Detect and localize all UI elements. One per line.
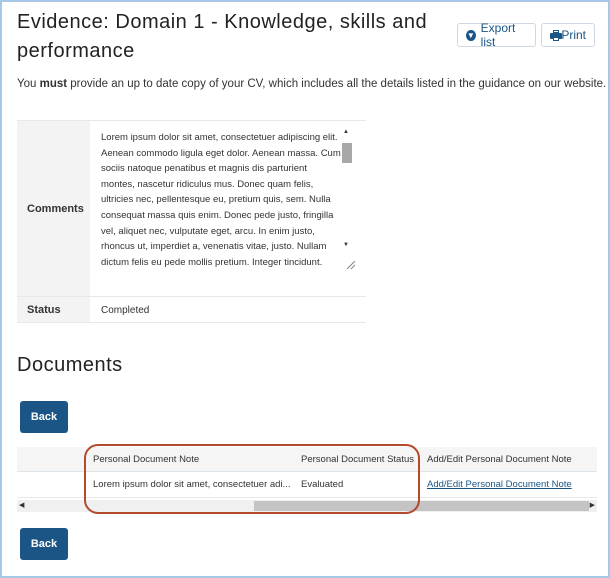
print-label: Print bbox=[561, 28, 586, 42]
highlight-annotation bbox=[84, 444, 420, 514]
download-circle-icon: ▼ bbox=[466, 29, 476, 41]
status-label: Status bbox=[17, 297, 90, 322]
evidence-details-table: Comments Lorem ipsum dolor sit amet, con… bbox=[17, 120, 366, 323]
comments-scrollbar[interactable]: ▲ ▼ bbox=[341, 129, 353, 266]
resize-grip-icon[interactable] bbox=[347, 261, 355, 269]
comments-row: Comments Lorem ipsum dolor sit amet, con… bbox=[17, 120, 366, 296]
scroll-down-icon[interactable]: ▼ bbox=[343, 242, 349, 248]
status-value: Completed bbox=[101, 305, 150, 316]
export-list-label: Export list bbox=[480, 21, 516, 49]
comments-label: Comments bbox=[17, 121, 90, 296]
documents-heading: Documents bbox=[17, 354, 123, 376]
printer-icon bbox=[550, 29, 562, 41]
export-list-button[interactable]: ▼ Export list bbox=[457, 21, 536, 49]
back-button-bottom[interactable]: Back bbox=[20, 528, 68, 560]
column-header-action[interactable]: Add/Edit Personal Document Note bbox=[427, 447, 597, 471]
comments-textarea[interactable]: Lorem ipsum dolor sit amet, consectetuer… bbox=[97, 127, 358, 268]
add-edit-note-link[interactable]: Add/Edit Personal Document Note bbox=[427, 472, 597, 497]
intro-text: You must provide an up to date copy of y… bbox=[17, 78, 607, 90]
scroll-up-icon[interactable]: ▲ bbox=[343, 129, 349, 135]
page-title: Evidence: Domain 1 - Knowledge, skills a… bbox=[17, 11, 428, 62]
intro-emphasis: must bbox=[39, 78, 68, 90]
status-row: Status Completed bbox=[17, 296, 366, 323]
scroll-left-icon[interactable]: ◀ bbox=[19, 501, 24, 509]
back-button-top[interactable]: Back bbox=[20, 401, 68, 433]
scroll-thumb[interactable] bbox=[342, 143, 352, 163]
scroll-right-icon[interactable]: ▶ bbox=[590, 501, 595, 509]
print-button[interactable]: Print bbox=[541, 23, 595, 47]
